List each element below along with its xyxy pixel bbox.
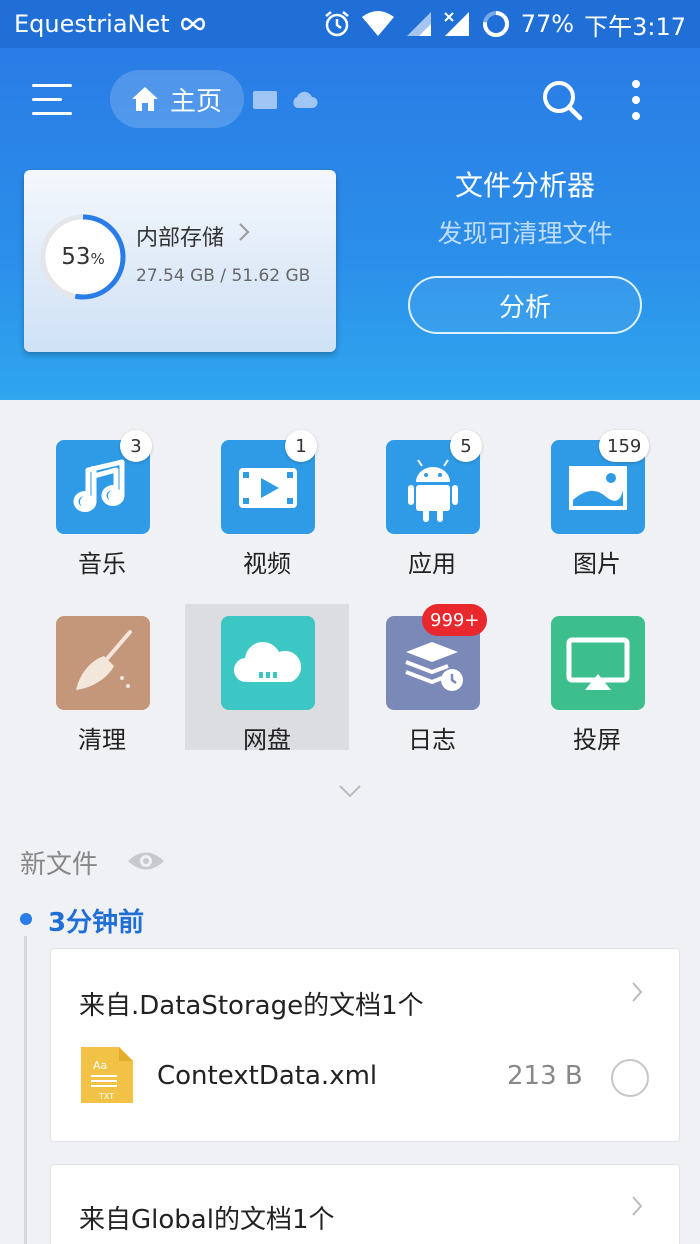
cloud-icon [233,642,302,683]
home-icon [132,87,158,111]
menu-bar-icon [32,84,72,87]
wifi-icon [361,11,394,36]
file-name[interactable]: ContextData.xml [157,1061,377,1091]
category-label: 应用 [408,550,456,578]
category-cloud-drive[interactable]: 网盘 [185,604,349,754]
time-group-label: 3分钟前 [48,908,145,938]
home-tab[interactable]: 主页 [110,70,244,128]
category-clean[interactable]: 清理 [20,604,184,754]
apps-count-badge: 5 [450,430,482,462]
chevron-right-icon [632,1196,643,1216]
video-count-badge: 1 [285,430,317,462]
clock: 下午3:17 [584,12,686,41]
analyze-button[interactable]: 分析 [408,276,642,334]
category-label: 投屏 [573,726,621,754]
cloud-small-icon[interactable] [290,88,318,110]
alarm-icon [324,11,349,37]
file-select-checkbox[interactable] [611,1059,649,1097]
analyzer-subtitle: 发现可清理文件 [437,219,613,248]
eye-icon[interactable] [126,846,166,876]
logs-count-badge: 999+ [422,604,488,636]
search-icon[interactable] [540,78,584,122]
category-label: 网盘 [243,726,291,754]
signal-icon [406,12,431,36]
category-label: 日志 [408,726,456,754]
music-count-badge: 3 [120,430,152,462]
internal-storage-card[interactable]: 53% 内部存储 27.54 GB / 51.62 GB [24,170,336,352]
timeline-dot [20,913,32,925]
app-header: 主页 53% 内部存储 27.54 GB / 51.62 GB 文件分析器 发现… [0,48,700,400]
category-label: 音乐 [78,550,126,578]
menu-bar-icon [32,98,62,101]
broom-icon [76,630,132,690]
signal-no-sim-icon [444,12,469,36]
menu-bar-icon [32,112,72,115]
file-group-title: 来自.DataStorage的文档1个 [79,991,424,1021]
chevron-right-icon [239,223,250,241]
category-grid: 3 音乐 1 视频 5 应用 159 图片 清理 网盘 999+ 日志 投屏 [0,400,700,820]
storage-name: 内部存储 [136,226,225,251]
category-screen-cast[interactable]: 投屏 [515,604,679,754]
category-apps[interactable]: 5 应用 [350,428,514,578]
cast-screen-icon [566,637,630,690]
text-file-icon: Aa TXT [79,1045,135,1105]
category-label: 视频 [243,550,291,578]
chevron-right-icon [632,982,643,1002]
file-group-card[interactable]: 来自.DataStorage的文档1个 Aa TXT ContextData.x… [50,948,680,1142]
infinity-icon [180,17,205,31]
battery-percent: 77% [520,10,575,38]
category-music[interactable]: 3 音乐 [20,428,184,578]
more-options-button[interactable] [624,78,648,122]
category-label: 图片 [573,550,621,578]
file-size: 213 B [507,1061,583,1091]
menu-button[interactable] [32,82,74,118]
carrier-name: EquestriaNet [14,10,170,38]
sdcard-icon[interactable] [252,90,278,110]
file-group-card[interactable]: 来自Global的文档1个 [50,1164,680,1244]
status-bar: EquestriaNet 77% 下午3:17 [0,0,700,48]
recent-files-title: 新文件 [20,850,99,880]
expand-chevron-icon[interactable] [338,784,362,798]
category-label: 清理 [78,726,126,754]
home-label: 主页 [170,86,223,117]
timeline-line [24,936,27,1244]
storage-percent: 53% [61,244,105,270]
file-group-title: 来自Global的文档1个 [79,1205,335,1235]
category-video[interactable]: 1 视频 [185,428,349,578]
svg-text:Aa: Aa [93,1059,107,1072]
category-images[interactable]: 159 图片 [515,428,679,578]
images-count-badge: 159 [599,430,650,462]
analyzer-title: 文件分析器 [454,169,595,202]
storage-size: 27.54 GB / 51.62 GB [136,266,311,286]
battery-ring-icon [482,11,509,37]
svg-text:TXT: TXT [98,1092,114,1101]
category-logs[interactable]: 999+ 日志 [350,604,514,754]
